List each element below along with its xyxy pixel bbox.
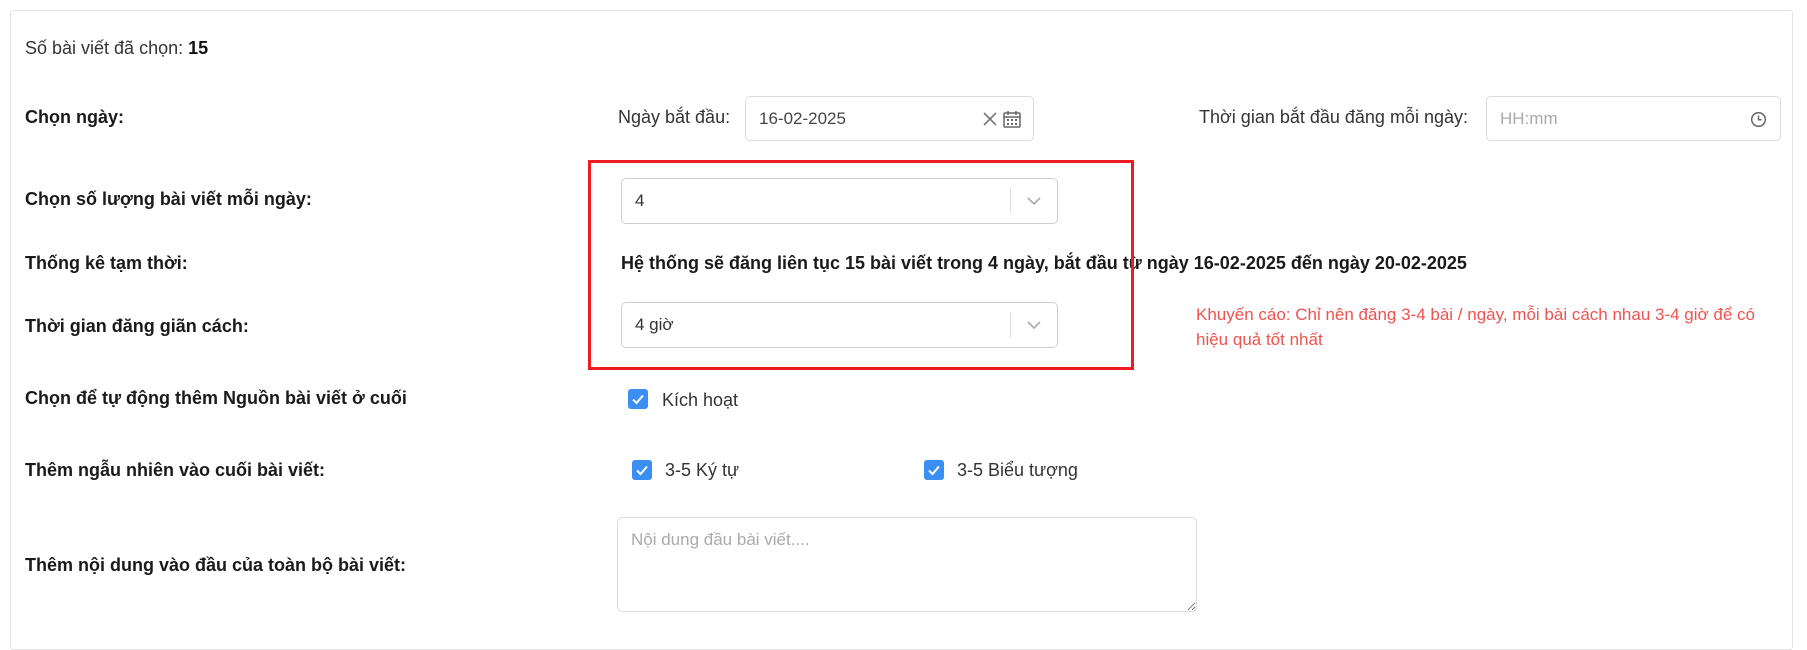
random-append-label: Thêm ngẫu nhiên vào cuối bài viết: bbox=[25, 460, 326, 480]
check-icon bbox=[928, 465, 940, 476]
interval-value: 4 giờ bbox=[635, 315, 674, 334]
random-emoji-label[interactable]: 3-5 Biểu tượng bbox=[957, 460, 1078, 481]
prefix-content-textarea[interactable] bbox=[617, 517, 1197, 612]
selected-posts-summary: Số bài viết đã chọn: 15 bbox=[25, 38, 208, 59]
random-chars-label[interactable]: 3-5 Ký tự bbox=[665, 460, 739, 481]
start-date-label: Ngày bắt đầu: bbox=[618, 107, 731, 127]
start-time-placeholder: HH:mm bbox=[1500, 108, 1558, 128]
random-chars-checkbox[interactable] bbox=[632, 460, 652, 480]
source-append-checkbox-label[interactable]: Kích hoạt bbox=[662, 390, 738, 411]
start-date-input[interactable]: 16-02-2025 bbox=[745, 96, 1034, 141]
selected-posts-count: 15 bbox=[188, 38, 209, 58]
start-time-label: Thời gian bắt đầu đăng mỗi ngày: bbox=[1199, 107, 1468, 127]
clock-icon[interactable] bbox=[1750, 111, 1767, 128]
select-separator bbox=[1010, 188, 1011, 214]
interval-select[interactable]: 4 giờ bbox=[621, 302, 1058, 348]
random-emoji-checkbox[interactable] bbox=[924, 460, 944, 480]
posts-per-day-value: 4 bbox=[635, 191, 645, 210]
close-icon[interactable] bbox=[982, 111, 998, 127]
select-separator bbox=[1010, 312, 1011, 338]
source-append-checkbox[interactable] bbox=[628, 389, 648, 409]
selected-posts-label: Số bài viết đã chọn: bbox=[25, 38, 184, 58]
calendar-icon[interactable] bbox=[1002, 109, 1022, 129]
posts-per-day-label: Chọn số lượng bài viết mỗi ngày: bbox=[25, 189, 312, 209]
chevron-down-icon[interactable] bbox=[1024, 315, 1044, 335]
posts-per-day-select[interactable]: 4 bbox=[621, 178, 1058, 224]
start-date-value: 16-02-2025 bbox=[759, 108, 846, 128]
choose-date-label: Chọn ngày: bbox=[25, 107, 124, 127]
stats-label: Thống kê tạm thời: bbox=[25, 253, 188, 273]
prefix-content-label: Thêm nội dung vào đầu của toàn bộ bài vi… bbox=[25, 555, 407, 575]
check-icon bbox=[636, 465, 648, 476]
interval-warning: Khuyến cáo: Chỉ nên đăng 3-4 bài / ngày,… bbox=[1196, 305, 1755, 349]
check-icon bbox=[632, 394, 644, 405]
chevron-down-icon[interactable] bbox=[1024, 191, 1044, 211]
interval-label: Thời gian đăng giãn cách: bbox=[25, 316, 249, 336]
source-append-label: Chọn để tự động thêm Nguồn bài viết ở cu… bbox=[25, 388, 407, 408]
start-time-input[interactable]: HH:mm bbox=[1486, 96, 1781, 141]
stats-text: Hệ thống sẽ đăng liên tục 15 bài viết tr… bbox=[621, 253, 1467, 273]
